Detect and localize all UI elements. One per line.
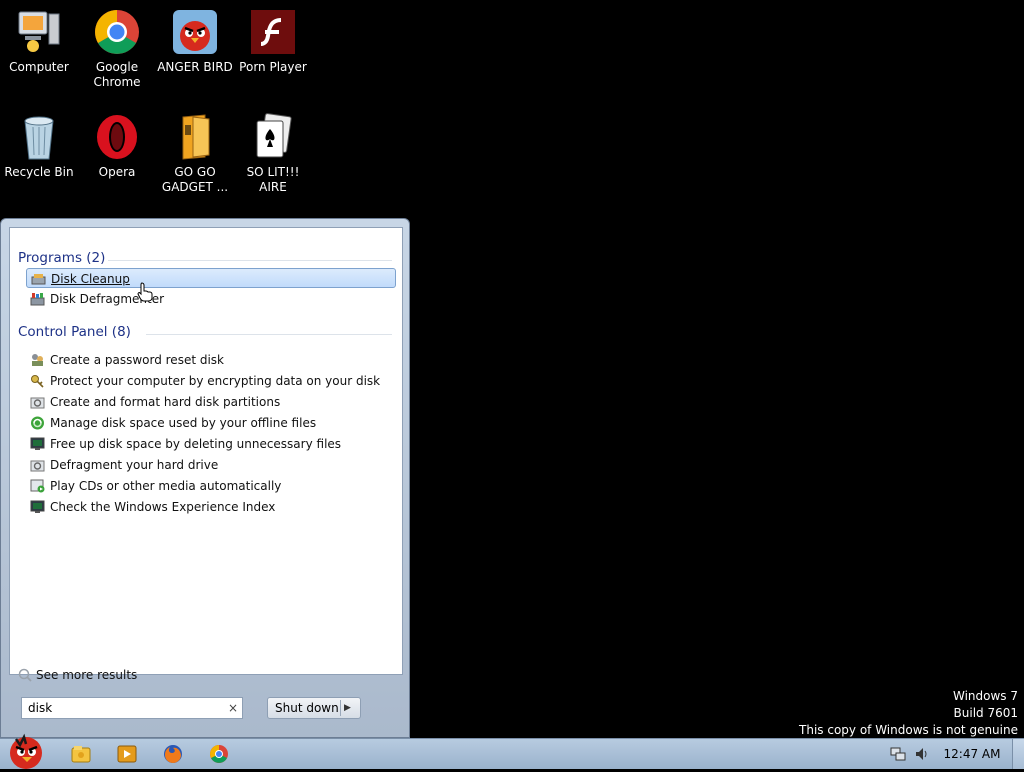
admin-tools-icon [30, 397, 45, 409]
windows-watermark: Windows 7 Build 7601 This copy of Window… [799, 688, 1018, 739]
search-results-panel: Programs (2) Disk Cleanup Disk Defragmen… [9, 227, 403, 682]
result-label: Play CDs or other media automatically [50, 479, 282, 493]
chrome-icon [93, 8, 141, 56]
desktop-icon-label-line2: GADGET ... [161, 180, 229, 194]
desktop-icon-recycle-bin[interactable]: Recycle Bin [0, 113, 78, 180]
disk-defrag-icon [30, 293, 45, 306]
desktop-icon-opera[interactable]: Opera [78, 113, 156, 180]
recycle-bin-icon [15, 113, 63, 161]
desktop-icon-go-go-gadget[interactable]: GO GO GADGET ... [156, 113, 234, 195]
sync-icon [31, 416, 44, 430]
result-label: Create a password reset disk [50, 353, 224, 367]
taskbar-firefox-button[interactable] [162, 743, 184, 765]
start-menu: Programs (2) Disk Cleanup Disk Defragmen… [0, 218, 410, 738]
desktop-icon-label: SO LIT!!! AIRE [246, 165, 300, 194]
desktop-icon-anger-bird[interactable]: ANGER BIRD [156, 8, 234, 75]
result-label: Manage disk space used by your offline f… [50, 416, 317, 430]
desktop-icon-label: GO GO [174, 165, 216, 179]
desktop-icon-solitaire[interactable]: SO LIT!!! AIRE [234, 113, 312, 195]
result-offline-files[interactable]: Manage disk space used by your offline f… [26, 413, 396, 433]
result-label: Protect your computer by encrypting data… [50, 374, 381, 388]
watermark-os: Windows 7 [952, 689, 1018, 703]
desktop-icon-label: Opera [98, 165, 136, 179]
watermark-genuine-notice: This copy of Windows is not genuine [799, 723, 1018, 737]
chrome-icon [210, 745, 228, 763]
start-menu-bottom-bar: disk × Shut down ▶ [1, 679, 411, 739]
result-label: Free up disk space by deleting unnecessa… [50, 437, 342, 451]
disk-cleanup-icon [31, 274, 46, 285]
control-panel-section-title: Control Panel (8) [18, 324, 131, 340]
admin-tools-icon [30, 460, 45, 472]
desktop-icon-label-line2: Chrome [93, 75, 141, 89]
result-disk-partitions[interactable]: Create and format hard disk partitions [26, 392, 396, 412]
desktop-icon-porn-player[interactable]: Porn Player [234, 8, 312, 75]
programs-section-title: Programs (2) [18, 250, 106, 266]
shut-down-label: Shut down [275, 701, 339, 715]
watermark-build: Build 7601 [953, 706, 1018, 720]
result-encrypt-disk[interactable]: Protect your computer by encrypting data… [26, 371, 396, 391]
desktop-icon-computer[interactable]: Computer [0, 8, 78, 75]
flash-icon [249, 8, 297, 56]
monitor-icon [30, 500, 45, 513]
computer-icon [15, 8, 63, 56]
clear-search-icon[interactable]: × [225, 698, 241, 718]
shutdown-options-arrow-icon[interactable]: ▶ [344, 698, 351, 718]
media-player-icon [117, 745, 137, 763]
start-search-input[interactable]: disk [21, 697, 243, 719]
taskbar: 12:47 AM [0, 733, 1024, 769]
autoplay-icon [30, 479, 45, 493]
desktop-icon-label: Computer [9, 60, 69, 74]
opera-icon [93, 113, 141, 161]
show-desktop-button[interactable] [1012, 739, 1024, 769]
result-experience-index[interactable]: Check the Windows Experience Index [26, 497, 396, 517]
taskbar-explorer-button[interactable] [70, 743, 92, 765]
result-free-up-disk-space[interactable]: Free up disk space by deleting unnecessa… [26, 434, 396, 454]
network-tray-icon[interactable] [890, 746, 906, 762]
desktop-icon-chrome[interactable]: Google Chrome [78, 8, 156, 90]
result-label: Defragment your hard drive [50, 458, 219, 472]
taskbar-clock[interactable]: 12:47 AM [936, 739, 1008, 769]
desktop-icon-label: ANGER BIRD [157, 60, 233, 74]
result-label: Disk Cleanup [51, 272, 130, 286]
section-divider [108, 260, 392, 261]
cards-icon [249, 113, 297, 161]
shut-down-button[interactable]: Shut down ▶ [267, 697, 361, 719]
result-disk-cleanup[interactable]: Disk Cleanup [26, 268, 396, 288]
result-label: Check the Windows Experience Index [50, 500, 276, 514]
firefox-icon [164, 745, 182, 763]
angry-bird-icon [171, 8, 219, 56]
taskbar-media-player-button[interactable] [116, 743, 138, 765]
desktop-icon-label: Recycle Bin [4, 165, 74, 179]
explorer-icon [71, 746, 91, 763]
result-label: Create and format hard disk partitions [50, 395, 281, 409]
desktop-icon-label: Porn Player [239, 60, 307, 74]
desktop-icon-label: Google [95, 60, 139, 74]
angry-bird-icon [10, 733, 42, 769]
taskbar-chrome-button[interactable] [208, 743, 230, 765]
monitor-icon [30, 437, 45, 450]
hand-cursor-icon [137, 282, 153, 305]
result-password-reset-disk[interactable]: Create a password reset disk [26, 350, 396, 370]
users-icon [32, 354, 43, 366]
button-divider [340, 700, 341, 716]
start-button[interactable] [2, 731, 48, 769]
volume-tray-icon[interactable] [914, 746, 930, 762]
section-divider [146, 334, 392, 335]
result-disk-defragmenter[interactable]: Disk Defragmenter [26, 289, 396, 309]
keys-icon [31, 375, 44, 388]
result-defragment-drive[interactable]: Defragment your hard drive [26, 455, 396, 475]
result-autoplay[interactable]: Play CDs or other media automatically [26, 476, 396, 496]
folder-icon [171, 113, 219, 161]
